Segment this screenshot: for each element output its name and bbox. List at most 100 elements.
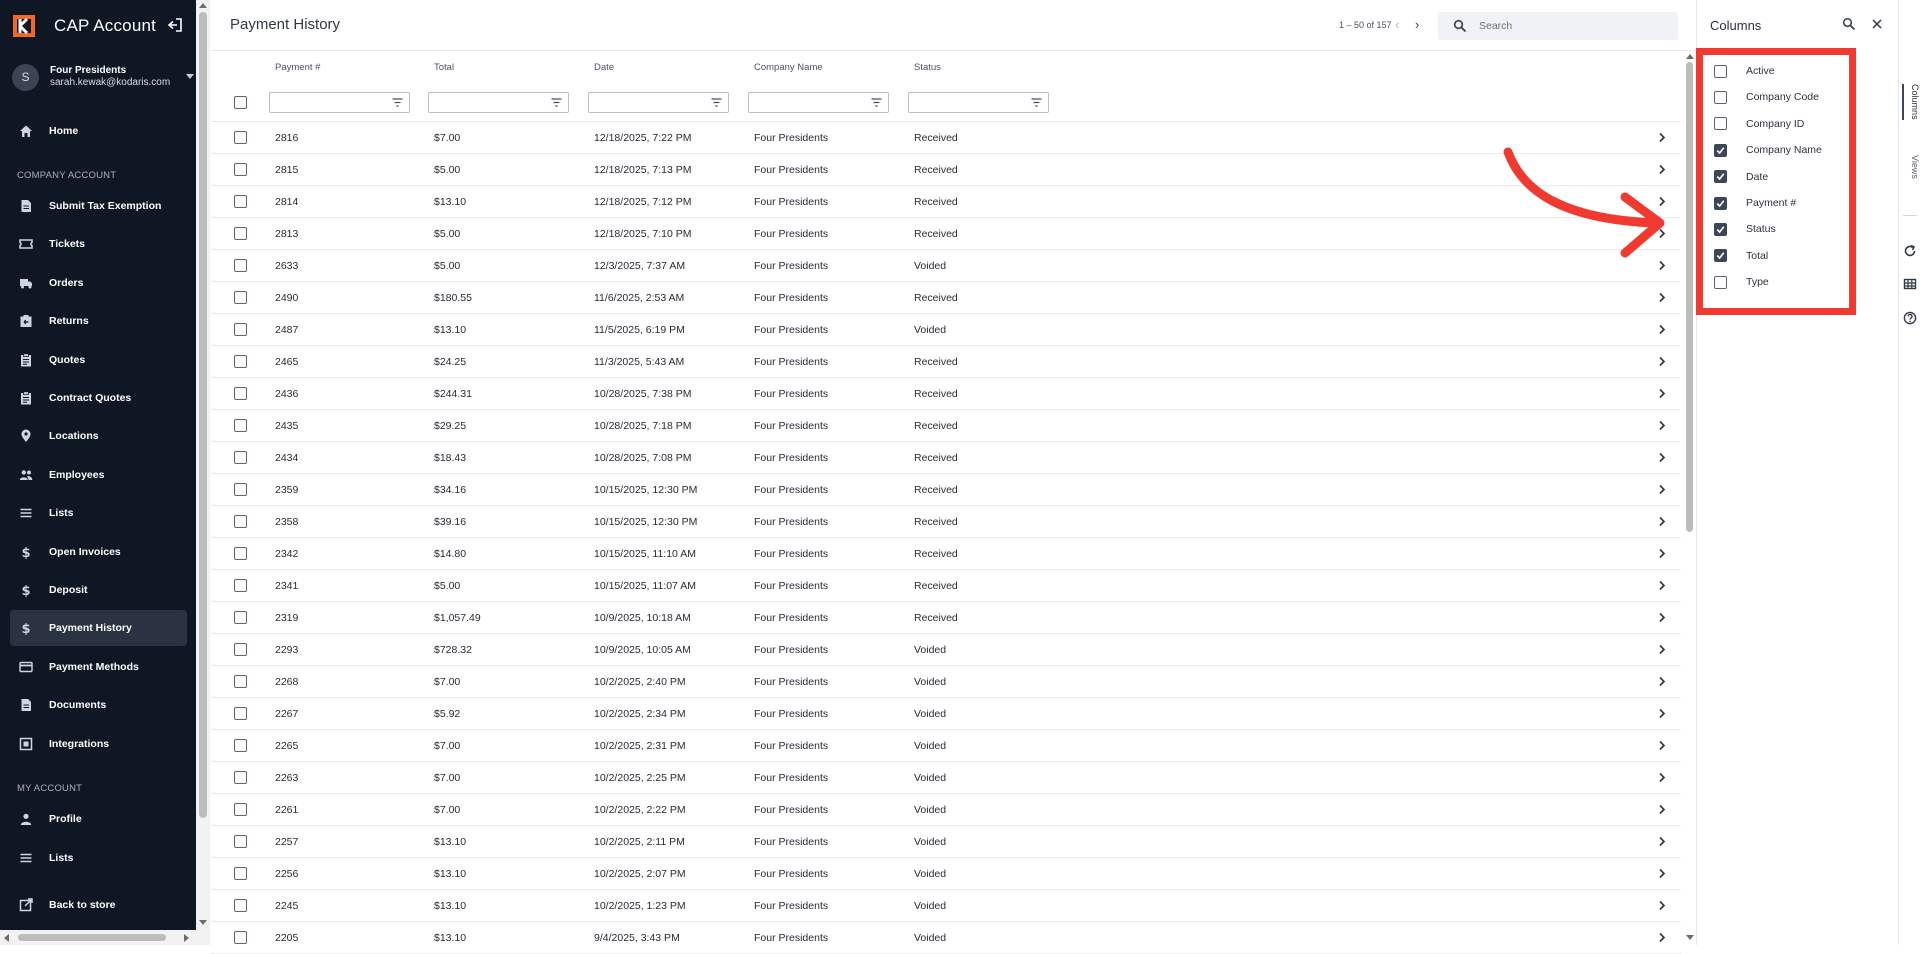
table-row[interactable]: 2435 $29.25 10/28/2025, 7:18 PM Four Presid… — [211, 410, 1681, 442]
table-row[interactable]: 2319 $1,057.49 10/9/2025, 10:18 AM Four Pre… — [211, 602, 1681, 634]
chevron-right-icon[interactable] — [1658, 196, 1666, 207]
column-option-company-id[interactable]: Company ID — [1714, 111, 1884, 137]
column-header-status[interactable]: Status — [914, 62, 941, 73]
filter-input-total[interactable] — [428, 92, 569, 113]
nav-home[interactable]: Home — [10, 113, 187, 149]
table-row[interactable]: 2342 $14.80 10/15/2025, 11:10 AM Four Presi… — [211, 538, 1681, 570]
sidebar-horizontal-scrollbar[interactable] — [0, 930, 196, 945]
filter-icon[interactable] — [392, 98, 403, 107]
column-option-total[interactable]: Total — [1714, 243, 1884, 269]
checkbox-unchecked[interactable] — [1714, 117, 1727, 131]
nav-payment-methods[interactable]: Payment Methods — [10, 649, 187, 685]
tab-columns[interactable]: Columns — [1902, 84, 1920, 120]
select-all-checkbox[interactable] — [234, 96, 247, 109]
column-option-payment[interactable]: Payment # — [1714, 190, 1884, 216]
table-row[interactable]: 2487 $13.10 11/5/2025, 6:19 PM Four Preside… — [211, 314, 1681, 346]
table-row[interactable]: 2359 $34.16 10/15/2025, 12:30 PM Four Presi… — [211, 474, 1681, 506]
filter-icon[interactable] — [711, 98, 722, 107]
table-row[interactable]: 2633 $5.00 12/3/2025, 7:37 AM Four Presiden… — [211, 250, 1681, 282]
next-page-icon[interactable]: › — [1415, 17, 1419, 32]
filter-icon[interactable] — [1031, 98, 1042, 107]
chevron-right-icon[interactable] — [1658, 580, 1666, 591]
chevron-right-icon[interactable] — [1658, 740, 1666, 751]
row-checkbox[interactable] — [234, 675, 247, 688]
row-checkbox[interactable] — [234, 867, 247, 880]
chevron-right-icon[interactable] — [1658, 260, 1666, 271]
row-checkbox[interactable] — [234, 899, 247, 912]
nav-my-lists[interactable]: Lists — [10, 840, 187, 876]
filter-input-payment[interactable] — [269, 92, 410, 113]
nav-employees[interactable]: Employees — [10, 457, 187, 493]
chevron-right-icon[interactable] — [1658, 868, 1666, 879]
row-checkbox[interactable] — [234, 707, 247, 720]
checkbox-checked[interactable] — [1714, 196, 1727, 210]
search-input[interactable] — [1479, 16, 1669, 36]
nav-quotes[interactable]: Quotes — [10, 342, 187, 378]
caret-down-icon[interactable] — [186, 74, 194, 79]
logout-icon[interactable] — [166, 16, 184, 34]
chevron-right-icon[interactable] — [1658, 516, 1666, 527]
checkbox-checked[interactable] — [1714, 170, 1727, 184]
table-row[interactable]: 2268 $7.00 10/2/2025, 2:40 PM Four Presiden… — [211, 666, 1681, 698]
chevron-right-icon[interactable] — [1658, 484, 1666, 495]
tab-views[interactable]: Views — [1902, 155, 1920, 179]
table-row[interactable]: 2465 $24.25 11/3/2025, 5:43 AM Four Preside… — [211, 346, 1681, 378]
chevron-right-icon[interactable] — [1658, 420, 1666, 431]
checkbox-unchecked[interactable] — [1714, 275, 1727, 289]
row-checkbox[interactable] — [234, 611, 247, 624]
column-option-active[interactable]: Active — [1714, 58, 1884, 84]
checkbox-unchecked[interactable] — [1714, 90, 1727, 104]
row-checkbox[interactable] — [234, 419, 247, 432]
chevron-right-icon[interactable] — [1658, 804, 1666, 815]
chevron-right-icon[interactable] — [1658, 900, 1666, 911]
table-row[interactable]: 2436 $244.31 10/28/2025, 7:38 PM Four Presi… — [211, 378, 1681, 410]
chevron-right-icon[interactable] — [1658, 356, 1666, 367]
nav-contract-quotes[interactable]: Contract Quotes — [10, 380, 187, 416]
scroll-down-arrow-icon[interactable] — [199, 920, 207, 925]
table-row[interactable]: 2490 $180.55 11/6/2025, 2:53 AM Four Presid… — [211, 282, 1681, 314]
checkbox-unchecked[interactable] — [1714, 64, 1727, 78]
chevron-right-icon[interactable] — [1658, 676, 1666, 687]
table-row[interactable]: 2263 $7.00 10/2/2025, 2:25 PM Four Presiden… — [211, 762, 1681, 794]
table-row[interactable]: 2245 $13.10 10/2/2025, 1:23 PM Four Preside… — [211, 890, 1681, 922]
nav-documents[interactable]: Documents — [10, 687, 187, 723]
scroll-up-arrow-icon[interactable] — [199, 3, 207, 8]
checkbox-checked[interactable] — [1714, 143, 1727, 157]
table-vertical-scrollbar[interactable] — [1683, 52, 1696, 945]
row-checkbox[interactable] — [234, 291, 247, 304]
row-checkbox[interactable] — [234, 643, 247, 656]
scroll-up-arrow-icon[interactable] — [1686, 54, 1694, 59]
column-option-status[interactable]: Status — [1714, 216, 1884, 242]
row-checkbox[interactable] — [234, 515, 247, 528]
row-checkbox[interactable] — [234, 259, 247, 272]
column-option-type[interactable]: Type — [1714, 269, 1884, 295]
column-header-total[interactable]: Total — [434, 62, 454, 73]
filter-icon[interactable] — [871, 98, 882, 107]
checkbox-checked[interactable] — [1714, 222, 1727, 236]
table-row[interactable]: 2265 $7.00 10/2/2025, 2:31 PM Four Presiden… — [211, 730, 1681, 762]
column-header-payment[interactable]: Payment # — [275, 62, 320, 73]
refresh-icon[interactable] — [1903, 244, 1917, 258]
chevron-right-icon[interactable] — [1658, 644, 1666, 655]
scroll-thumb[interactable] — [1686, 62, 1693, 532]
row-checkbox[interactable] — [234, 355, 247, 368]
row-checkbox[interactable] — [234, 547, 247, 560]
chevron-right-icon[interactable] — [1658, 324, 1666, 335]
kodaris-logo[interactable] — [12, 14, 36, 38]
scroll-left-arrow-icon[interactable] — [4, 934, 9, 942]
chevron-right-icon[interactable] — [1658, 836, 1666, 847]
filter-input-status[interactable] — [908, 92, 1049, 113]
chevron-right-icon[interactable] — [1658, 708, 1666, 719]
filter-input-company-name[interactable] — [748, 92, 889, 113]
nav-submit-tax-exemption[interactable]: Submit Tax Exemption — [10, 188, 187, 224]
nav-integrations[interactable]: Integrations — [10, 726, 187, 762]
row-checkbox[interactable] — [234, 131, 247, 144]
table-row[interactable]: 2816 $7.00 12/18/2025, 7:22 PM Four Preside… — [211, 122, 1681, 154]
help-icon[interactable] — [1903, 311, 1917, 325]
chevron-right-icon[interactable] — [1658, 932, 1666, 943]
chevron-right-icon[interactable] — [1658, 452, 1666, 463]
row-checkbox[interactable] — [234, 771, 247, 784]
search-icon[interactable] — [1842, 17, 1856, 31]
nav-my-profile[interactable]: Profile — [10, 801, 187, 837]
nav-locations[interactable]: Locations — [10, 418, 187, 454]
